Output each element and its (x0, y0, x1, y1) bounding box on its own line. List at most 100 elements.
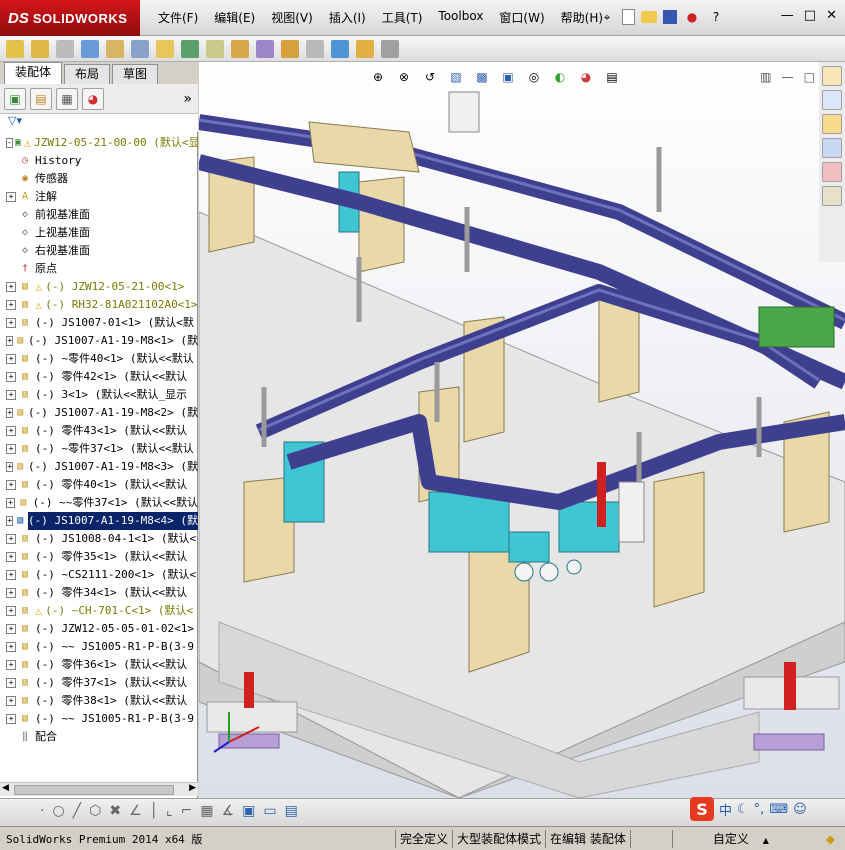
file-explorer-icon[interactable] (822, 114, 842, 134)
filter-icon[interactable]: ▽▾ (8, 114, 22, 127)
tab-layout[interactable]: 布局 (64, 64, 111, 84)
tree-item[interactable]: ◷ History (0, 152, 198, 170)
tree-item[interactable]: + ▧ (-) 零件43<1> (默认<<默认 (0, 422, 198, 440)
tree-expander-icon[interactable]: + (6, 462, 14, 472)
display-style-icon[interactable]: ▣ (499, 68, 517, 86)
tree-item[interactable]: + ▧ (-) ~~ JS1005-R1-P-B(3-9 (0, 710, 198, 728)
tree-expander-icon[interactable]: + (6, 426, 16, 436)
help-icon[interactable]: ? (707, 8, 725, 26)
view-orientation-icon[interactable]: ▩ (473, 68, 491, 86)
tree-item[interactable]: + ▧ (-) JS1007-01<1> (默认<默 (0, 314, 198, 332)
tree-item[interactable]: ‖ 配合 (0, 728, 198, 746)
tree-expander-icon[interactable]: + (6, 390, 16, 400)
previous-view-icon[interactable]: ↺ (421, 68, 439, 86)
tree-expander-icon[interactable]: + (6, 516, 14, 526)
scroll-left-icon[interactable]: ◀ (2, 783, 9, 793)
move-component-icon[interactable] (131, 39, 149, 58)
hide-show-items-icon[interactable]: ◎ (525, 68, 543, 86)
angle-icon[interactable]: ∡ (222, 803, 235, 819)
tree-item[interactable]: + ▧ (-) 零件38<1> (默认<<默认 (0, 692, 198, 710)
save-icon[interactable] (663, 10, 677, 24)
display-pane-icon[interactable]: ▭ (263, 803, 276, 819)
tree-expander-icon[interactable]: + (6, 696, 16, 706)
show-hidden-icon[interactable] (156, 39, 174, 58)
display-manager-icon[interactable]: ◕ (82, 87, 104, 110)
instant3d-icon[interactable] (331, 39, 349, 58)
bill-of-materials-icon[interactable] (256, 39, 274, 58)
tree-item[interactable]: + ▧ ⚠ (-) JZW12-05-21-00<1> (0, 278, 198, 296)
scroll-thumb[interactable] (14, 785, 174, 795)
tree-expander-icon[interactable]: - (6, 138, 13, 148)
snapshot-icon[interactable] (381, 39, 399, 58)
trim-icon[interactable]: ✖ (109, 803, 121, 819)
menu-insert[interactable]: 插入(I) (321, 9, 374, 26)
tree-item[interactable]: + ▧ (-) 零件35<1> (默认<<默认 (0, 548, 198, 566)
point-icon[interactable]: · (40, 803, 44, 819)
viewport-restore-icon[interactable]: □ (804, 70, 815, 84)
tree-item[interactable]: + ▧ (-) 零件40<1> (默认<<默认 (0, 476, 198, 494)
tree-expander-icon[interactable]: + (6, 336, 14, 346)
edit-appearance-icon[interactable]: ◐ (551, 68, 569, 86)
solidworks-logo[interactable]: DS SOLIDWORKS (0, 0, 140, 36)
ime-language[interactable]: 中 (719, 800, 732, 819)
tree-expander-icon[interactable]: + (6, 642, 16, 652)
unit-system[interactable]: 自定义 ▲ (671, 829, 782, 848)
tree-expander-icon[interactable]: + (6, 714, 16, 724)
tree-item[interactable]: + ▧ (-) 零件36<1> (默认<<默认 (0, 656, 198, 674)
tree-item[interactable]: + ▧ (-) JZW12-05-05-01-02<1> (0, 620, 198, 638)
more-tabs-icon[interactable]: » (183, 91, 192, 107)
rebuild-icon[interactable]: ◆ (826, 832, 835, 846)
tree-item[interactable]: + A 注解 (0, 188, 198, 206)
exploded-view-icon[interactable] (281, 39, 299, 58)
tree-expander-icon[interactable]: + (6, 552, 16, 562)
design-library-icon[interactable] (822, 90, 842, 110)
tree-item[interactable]: + ▧ (-) 零件37<1> (默认<<默认 (0, 674, 198, 692)
assembly-model-view[interactable] (199, 62, 845, 798)
linear-pattern-icon[interactable] (81, 39, 99, 58)
tree-item[interactable]: + ▧ ⚠ (-) ~CH-701-C<1> (默认< (0, 602, 198, 620)
tree-expander-icon[interactable]: + (6, 480, 16, 490)
view-settings-icon[interactable]: ▤ (603, 68, 621, 86)
reference-geometry-icon[interactable] (206, 39, 224, 58)
assembly-features-icon[interactable] (181, 39, 199, 58)
fillet-icon[interactable]: ⌞ (166, 803, 173, 819)
tree-expander-icon[interactable]: + (6, 606, 16, 616)
mirror-icon[interactable]: │ (150, 803, 158, 819)
restore-icon[interactable]: □ (804, 8, 816, 23)
new-document-icon[interactable] (622, 9, 635, 25)
tree-expander-icon[interactable]: + (6, 624, 16, 634)
viewport-minimize-icon[interactable]: — (782, 70, 794, 84)
zoom-to-fit-icon[interactable]: ⊕ (369, 68, 387, 86)
smart-fasteners-icon[interactable] (106, 39, 124, 58)
menu-window[interactable]: 窗口(W) (491, 9, 552, 26)
configuration-manager-icon[interactable]: ▦ (56, 87, 78, 110)
tree-item[interactable]: + ▧ (-) ~~零件37<1> (默认<<默认 (0, 494, 198, 512)
apply-scene-icon[interactable]: ◕ (577, 68, 595, 86)
tree-item[interactable]: + ▧ (-) ~零件37<1> (默认<<默认 (0, 440, 198, 458)
menu-tools[interactable]: 工具(T) (374, 9, 431, 26)
tree-item[interactable]: + ▧ (-) JS1007-A1-19-M8<4> (默 (0, 512, 198, 530)
tree-expander-icon[interactable]: + (6, 660, 16, 670)
close-icon[interactable]: ✕ (826, 8, 837, 23)
menu-toolbox[interactable]: Toolbox (430, 9, 491, 26)
user-icon[interactable]: ☺ (793, 802, 807, 817)
tree-item[interactable]: + ▧ (-) JS1007-A1-19-M8<2> (默 (0, 404, 198, 422)
traffic-light-icon[interactable]: ● (683, 8, 701, 26)
tree-expander-icon[interactable]: + (6, 498, 16, 508)
tree-item[interactable]: + ▧ (-) 零件34<1> (默认<<默认 (0, 584, 198, 602)
sogou-logo[interactable]: S (690, 797, 714, 821)
cube-view-icon[interactable]: ▣ (242, 803, 255, 819)
property-manager-icon[interactable]: ▤ (30, 87, 52, 110)
tree-expander-icon[interactable]: + (6, 372, 16, 382)
tree-item[interactable]: + ▧ (-) JS1007-A1-19-M8<1> (默 (0, 332, 198, 350)
tree-expander-icon[interactable]: + (6, 534, 16, 544)
tree-item[interactable]: † 原点 (0, 260, 198, 278)
polygon-icon[interactable]: ⬡ (89, 803, 101, 819)
punctuation-icon[interactable]: °, (754, 802, 765, 817)
grid-icon[interactable]: ▦ (200, 803, 213, 819)
tree-expander-icon[interactable]: + (6, 588, 16, 598)
tree-expander-icon[interactable]: + (6, 300, 16, 310)
tree-item[interactable]: ◇ 前视基准面 (0, 206, 198, 224)
scroll-right-icon[interactable]: ▶ (189, 783, 196, 793)
moon-icon[interactable]: ☾ (737, 802, 749, 817)
